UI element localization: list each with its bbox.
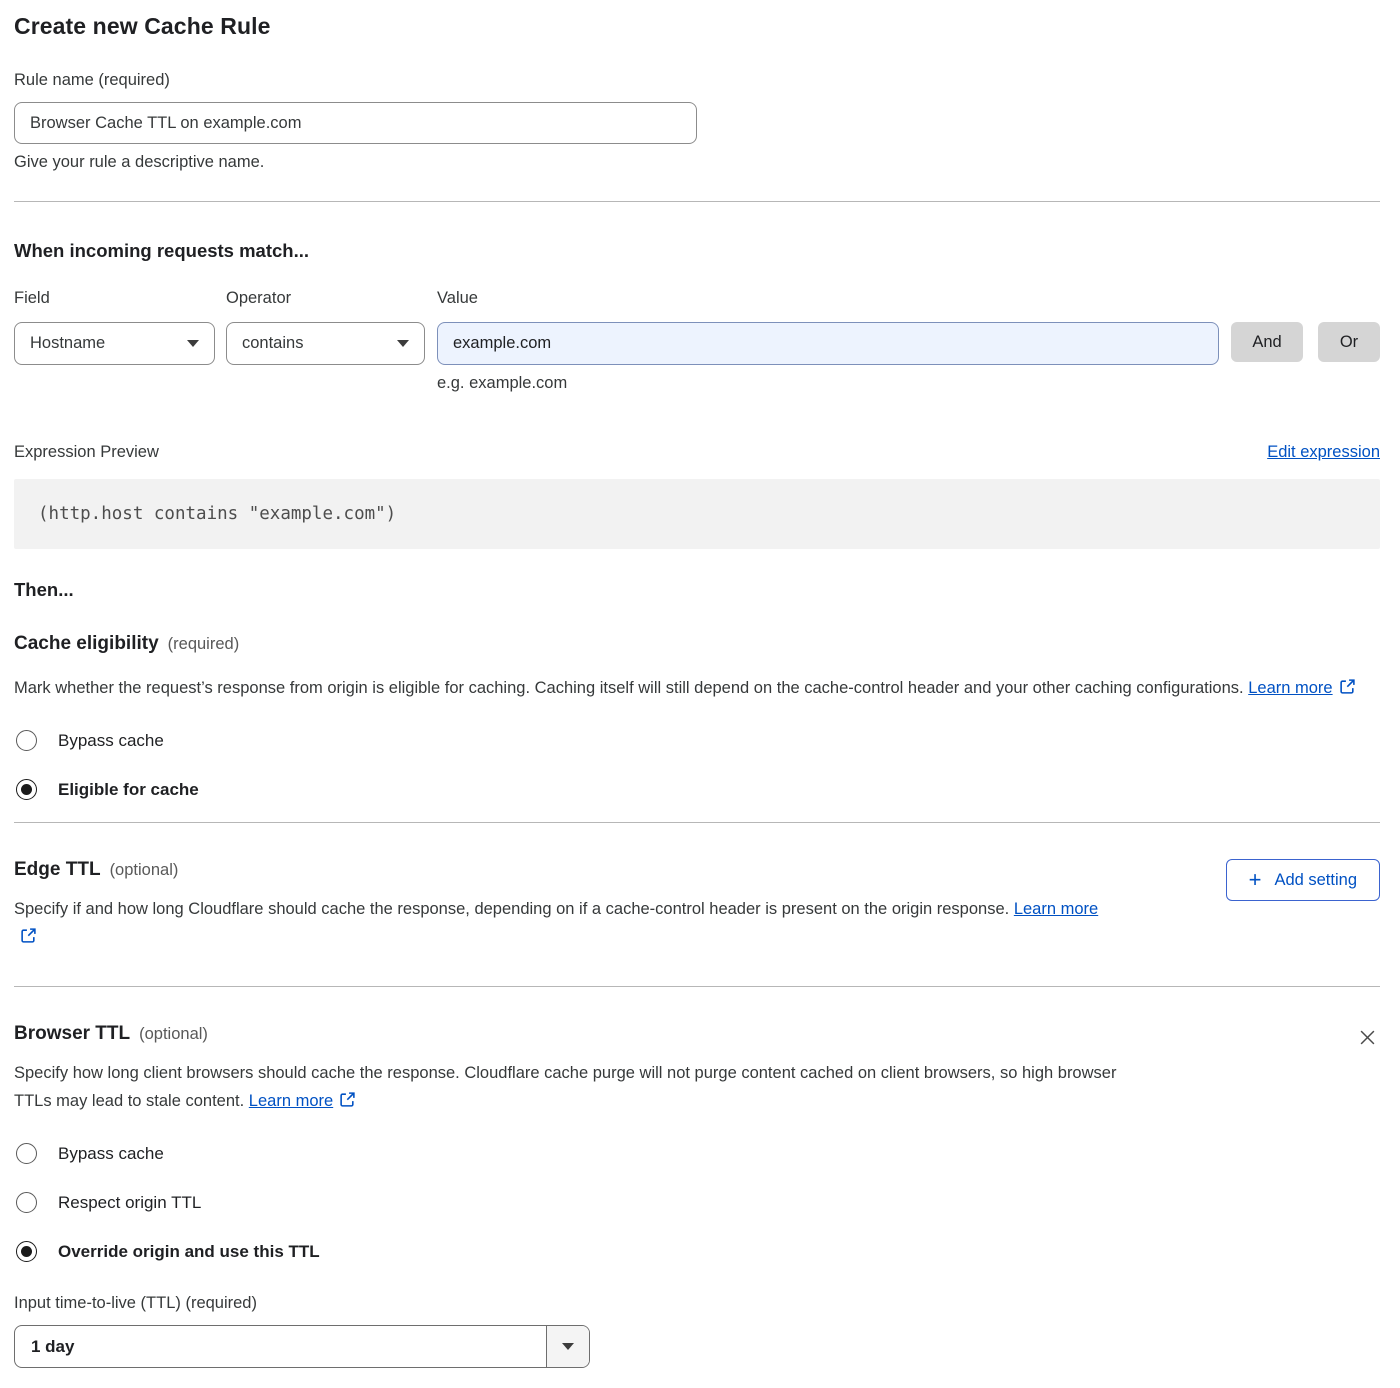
expression-preview-label: Expression Preview — [14, 443, 159, 462]
browser-ttl-learn-more-link[interactable]: Learn more — [249, 1092, 333, 1110]
radio-icon[interactable] — [16, 779, 37, 800]
value-help: e.g. example.com — [437, 374, 1219, 393]
chevron-down-icon — [562, 1343, 574, 1350]
operator-label: Operator — [226, 289, 425, 308]
browser-ttl-description: Specify how long client browsers should … — [14, 1059, 1119, 1115]
option-label: Override origin and use this TTL — [58, 1242, 320, 1262]
ttl-select-arrow[interactable] — [546, 1326, 589, 1367]
add-setting-button[interactable]: + Add setting — [1226, 859, 1380, 901]
match-condition-row: Field Hostname Operator contains Value e… — [14, 289, 1380, 393]
rule-name-help: Give your rule a descriptive name. — [14, 153, 1380, 172]
radio-icon[interactable] — [16, 730, 37, 751]
radio-icon[interactable] — [16, 1143, 37, 1164]
expression-code-block: (http.host contains "example.com") — [14, 479, 1380, 549]
edit-expression-link[interactable]: Edit expression — [1267, 443, 1380, 462]
bypass-cache-option[interactable]: Bypass cache — [16, 730, 1380, 751]
radio-icon[interactable] — [16, 1192, 37, 1213]
field-label: Field — [14, 289, 215, 308]
and-button[interactable]: And — [1231, 322, 1303, 362]
override-origin-ttl-option[interactable]: Override origin and use this TTL — [16, 1241, 1380, 1262]
radio-icon[interactable] — [16, 1241, 37, 1262]
cache-eligibility-qualifier: (required) — [168, 635, 240, 653]
browser-ttl-title: Browser TTL — [14, 1023, 130, 1044]
browser-ttl-qualifier: (optional) — [139, 1025, 208, 1043]
cache-eligibility-title: Cache eligibility — [14, 633, 159, 654]
divider — [14, 201, 1380, 202]
chevron-down-icon — [187, 340, 199, 347]
value-input[interactable] — [437, 322, 1219, 365]
edge-ttl-qualifier: (optional) — [110, 861, 179, 879]
page-title: Create new Cache Rule — [14, 13, 1380, 40]
edge-ttl-description: Specify if and how long Cloudflare shoul… — [14, 895, 1119, 951]
rule-name-label: Rule name (required) — [14, 71, 170, 89]
field-select[interactable]: Hostname — [14, 322, 215, 365]
divider — [14, 822, 1380, 823]
external-link-icon — [20, 927, 37, 944]
option-label: Eligible for cache — [58, 780, 199, 800]
edge-ttl-learn-more-link[interactable]: Learn more — [1014, 900, 1098, 918]
cache-eligibility-description-text: Mark whether the request’s response from… — [14, 679, 1244, 697]
field-select-value: Hostname — [30, 334, 105, 353]
cache-eligibility-description: Mark whether the request’s response from… — [14, 674, 1380, 702]
then-heading: Then... — [14, 579, 1380, 601]
create-cache-rule-form: Create new Cache Rule Rule name (require… — [0, 0, 1400, 1388]
option-label: Bypass cache — [58, 731, 164, 751]
ttl-select-value: 1 day — [15, 1326, 546, 1367]
external-link-icon — [339, 1091, 356, 1108]
respect-origin-ttl-option[interactable]: Respect origin TTL — [16, 1192, 1380, 1213]
add-setting-label: Add setting — [1274, 871, 1357, 890]
option-label: Bypass cache — [58, 1144, 164, 1164]
remove-browser-ttl-button[interactable] — [1355, 1025, 1380, 1053]
rule-name-input[interactable] — [14, 102, 697, 144]
cache-eligibility-learn-more-link[interactable]: Learn more — [1248, 679, 1332, 697]
close-icon — [1359, 1029, 1376, 1046]
value-label: Value — [437, 289, 1219, 308]
edge-ttl-title: Edge TTL — [14, 859, 101, 880]
option-label: Respect origin TTL — [58, 1193, 201, 1213]
ttl-select[interactable]: 1 day — [14, 1325, 590, 1368]
operator-select[interactable]: contains — [226, 322, 425, 365]
edge-ttl-description-text: Specify if and how long Cloudflare shoul… — [14, 900, 1009, 918]
operator-select-value: contains — [242, 334, 303, 353]
ttl-input-label: Input time-to-live (TTL) (required) — [14, 1294, 257, 1312]
eligible-for-cache-option[interactable]: Eligible for cache — [16, 779, 1380, 800]
plus-icon: + — [1249, 869, 1262, 891]
browser-ttl-description-text: Specify how long client browsers should … — [14, 1064, 1116, 1110]
divider — [14, 986, 1380, 987]
browser-bypass-cache-option[interactable]: Bypass cache — [16, 1143, 1380, 1164]
expression-code: (http.host contains "example.com") — [38, 504, 396, 524]
match-section-heading: When incoming requests match... — [14, 240, 1380, 262]
chevron-down-icon — [397, 340, 409, 347]
external-link-icon — [1339, 678, 1356, 695]
or-button[interactable]: Or — [1318, 322, 1380, 362]
